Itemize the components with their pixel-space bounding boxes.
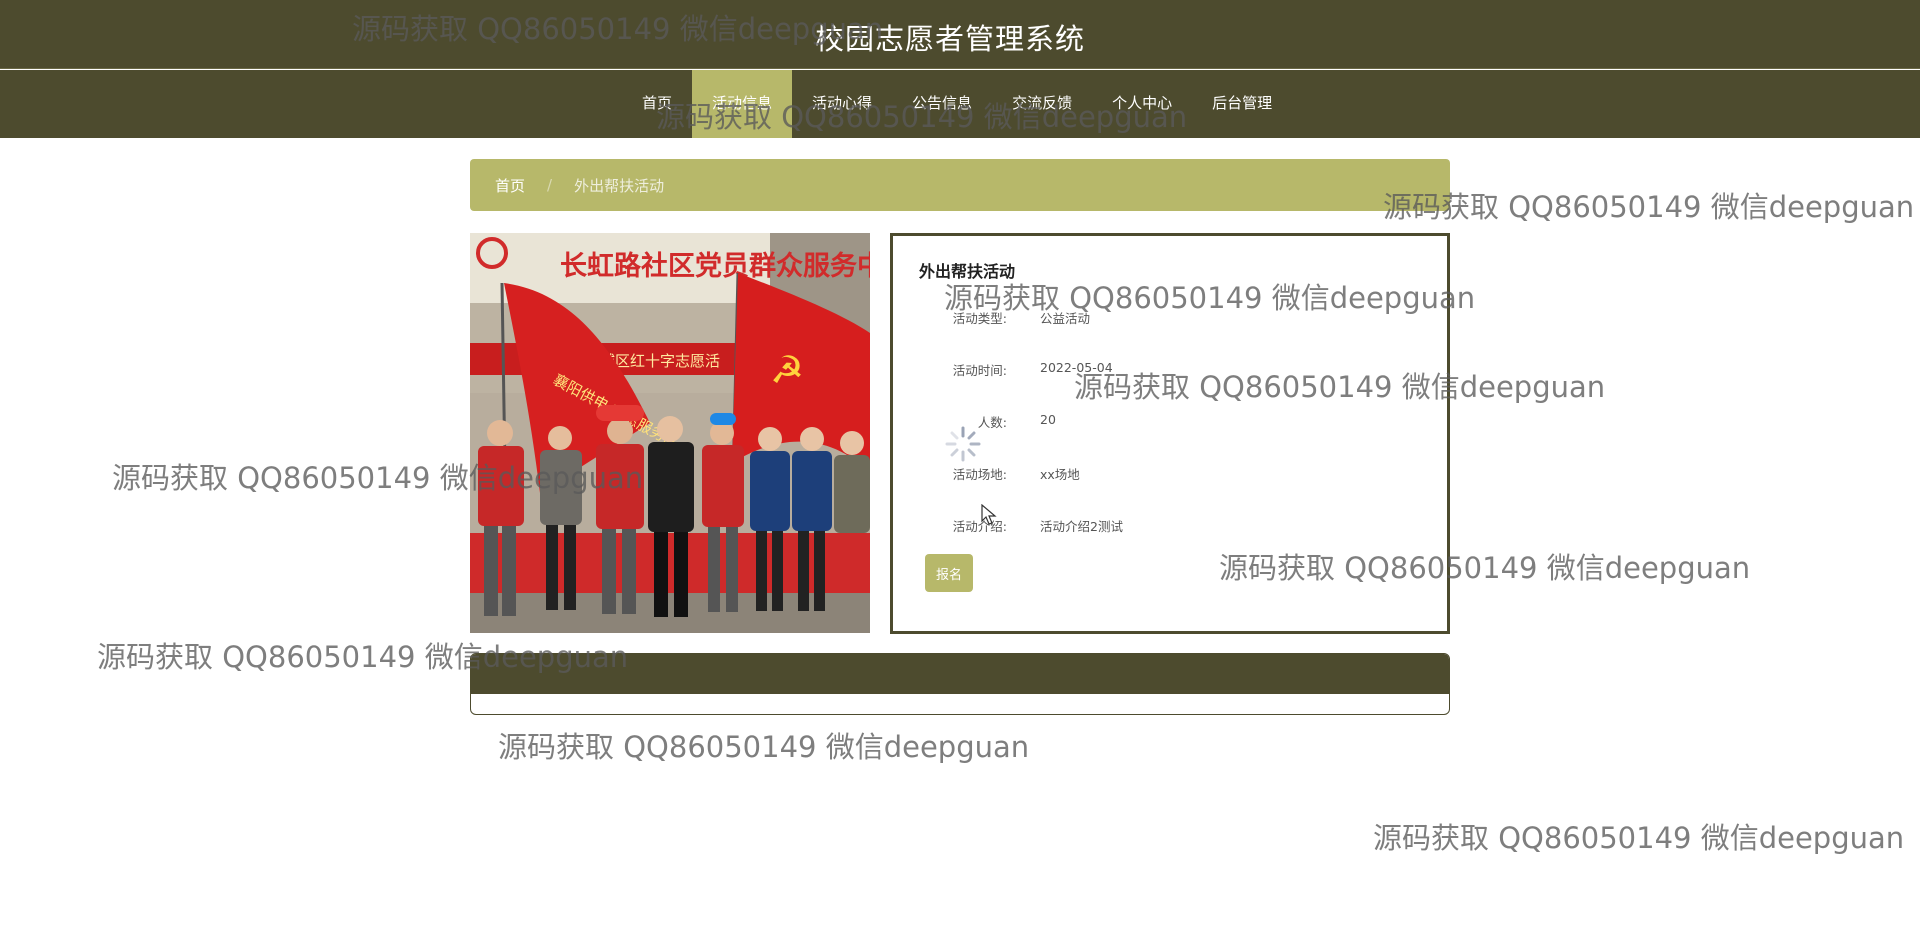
photo-banner-text: 长虹路社区党员群众服务中心 bbox=[560, 250, 870, 282]
mouse-cursor-icon bbox=[981, 504, 997, 525]
field-row-intro: 活动介绍: 活动介绍2测试 bbox=[893, 516, 1447, 536]
field-row-venue: 活动场地: xx场地 bbox=[893, 464, 1447, 484]
nav-items: 首页 活动信息 活动心得 公告信息 交流反馈 个人中心 后台管理 bbox=[622, 70, 1292, 138]
field-label: 活动类型: bbox=[952, 311, 1007, 326]
site-title: 校园志愿者管理系统 bbox=[814, 22, 1085, 56]
nav-item-home[interactable]: 首页 bbox=[622, 70, 692, 138]
watermark-text: 源码获取 QQ86050149 微信deepguan bbox=[1383, 190, 1915, 224]
activity-photo-illustration: 长虹路社区党员群众服务中心 城区红十字志愿活 襄阳供电 志愿服务队 ☭ bbox=[470, 233, 870, 633]
field-label: 活动时间: bbox=[952, 363, 1007, 378]
loading-spinner-icon bbox=[945, 426, 981, 462]
nav-item-feedback[interactable]: 交流反馈 bbox=[992, 70, 1092, 138]
breadcrumb-home-link[interactable]: 首页 bbox=[495, 175, 525, 196]
breadcrumb-separator: / bbox=[547, 176, 553, 194]
watermark-text: 源码获取 QQ86050149 微信deepguan bbox=[1373, 821, 1905, 855]
svg-text:☭: ☭ bbox=[770, 348, 804, 392]
watermark-text: 源码获取 QQ86050149 微信deepguan bbox=[498, 730, 1030, 764]
breadcrumb-current: 外出帮扶活动 bbox=[574, 176, 665, 195]
field-value: 20 bbox=[1040, 412, 1056, 427]
nav-item-personal-center[interactable]: 个人中心 bbox=[1092, 70, 1192, 138]
bottom-section-header bbox=[471, 654, 1449, 694]
field-value: 活动介绍2测试 bbox=[1040, 519, 1123, 534]
nav-item-activity-info[interactable]: 活动信息 bbox=[692, 70, 793, 138]
field-row-time: 活动时间: 2022-05-04 bbox=[893, 360, 1447, 380]
activity-photo: 长虹路社区党员群众服务中心 城区红十字志愿活 襄阳供电 志愿服务队 ☭ bbox=[470, 233, 870, 633]
nav-item-admin[interactable]: 后台管理 bbox=[1192, 70, 1292, 138]
bottom-section-card bbox=[470, 653, 1450, 715]
activity-detail-panel: 外出帮扶活动 活动类型: 公益活动 活动时间: 2022-05-04 人数: 2… bbox=[890, 233, 1450, 634]
nav-item-announcements[interactable]: 公告信息 bbox=[892, 70, 992, 138]
field-value: xx场地 bbox=[1040, 467, 1080, 482]
breadcrumb: 首页 / 外出帮扶活动 bbox=[470, 159, 1450, 211]
field-value: 公益活动 bbox=[1040, 311, 1091, 326]
nav-item-activity-reflections[interactable]: 活动心得 bbox=[792, 70, 892, 138]
activity-title: 外出帮扶活动 bbox=[919, 262, 1016, 281]
field-label: 活动场地: bbox=[952, 467, 1007, 482]
field-value: 2022-05-04 bbox=[1040, 360, 1113, 375]
top-header: 校园志愿者管理系统 bbox=[0, 0, 1920, 69]
field-row-type: 活动类型: 公益活动 bbox=[893, 308, 1447, 328]
signup-button[interactable]: 报名 bbox=[925, 554, 973, 592]
main-nav: 首页 活动信息 活动心得 公告信息 交流反馈 个人中心 后台管理 bbox=[0, 70, 1920, 138]
